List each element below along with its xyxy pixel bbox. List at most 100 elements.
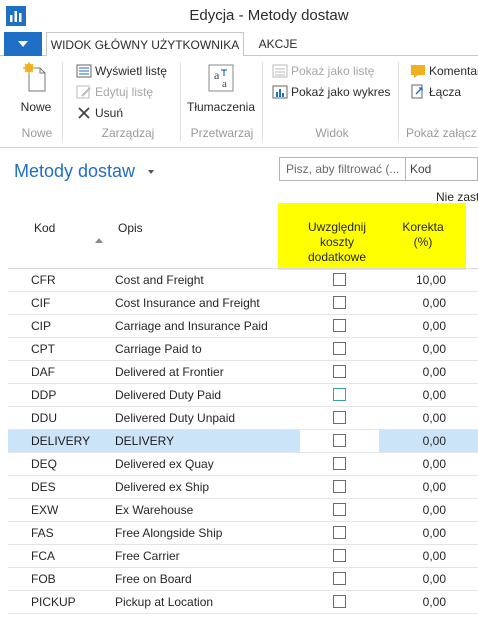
cell-opis: Carriage Paid to [115, 342, 202, 356]
cell-checkbox[interactable] [333, 503, 346, 516]
link-icon [410, 84, 426, 100]
table-row[interactable]: FAS Free Alongside Ship 0,00 [8, 522, 478, 545]
tab-actions[interactable]: AKCJE [250, 32, 306, 57]
filter-input[interactable] [280, 158, 406, 180]
cell-opis: Free Alongside Ship [115, 526, 223, 540]
cell-korekta: 0,00 [422, 434, 446, 448]
cell-kod: CIF [31, 296, 51, 310]
cell-checkbox[interactable] [333, 457, 346, 470]
filter-box: Kod [279, 157, 478, 181]
ribbon-tabs: WIDOK GŁÓWNY UŻYTKOWNIKA AKCJE [0, 32, 478, 57]
cell-checkbox[interactable] [333, 595, 346, 608]
show-as-list-button[interactable]: Pokaż jako listę [272, 61, 374, 81]
comments-label: Komentar [429, 64, 478, 78]
cell-opis: Delivered Duty Paid [115, 388, 222, 402]
translations-label: Tłumaczenia [186, 100, 256, 114]
ribbon: Nowe Nowe Wyświetl listę Edytuj listę Us… [0, 56, 478, 148]
edit-list-icon [76, 84, 92, 100]
cell-checkbox[interactable] [333, 434, 346, 447]
show-as-list-label: Pokaż jako listę [291, 64, 375, 78]
column-header-uwzglednij[interactable]: Uwzględnij koszty dodatkowe [300, 220, 374, 265]
table-row[interactable]: PICKUP Pickup at Location 0,00 [8, 591, 478, 614]
table-row[interactable]: DAF Delivered at Frontier 0,00 [8, 361, 478, 384]
cell-checkbox[interactable] [333, 480, 346, 493]
show-as-chart-button[interactable]: Pokaż jako wykres [272, 82, 390, 102]
table-row[interactable]: DDU Delivered Duty Unpaid 0,00 [8, 407, 478, 430]
cell-checkbox[interactable] [333, 319, 346, 332]
page-title[interactable]: Metody dostaw [14, 161, 135, 182]
filter-field-select[interactable]: Kod [410, 162, 431, 176]
new-document-icon [20, 62, 52, 94]
new-button[interactable]: Nowe [16, 62, 56, 114]
delete-x-icon [76, 105, 92, 121]
cell-korekta: 0,00 [422, 342, 446, 356]
links-button[interactable]: Łącza [410, 82, 461, 102]
cell-korekta: 0,00 [422, 549, 446, 563]
table-row[interactable]: FOB Free on Board 0,00 [8, 568, 478, 591]
cell-opis: Free Carrier [115, 549, 180, 563]
cell-korekta: 0,00 [422, 526, 446, 540]
comment-icon [410, 63, 426, 79]
title-bar: Edycja - Metody dostaw [0, 0, 478, 32]
cell-checkbox[interactable] [333, 411, 346, 424]
cell-opis: Delivered at Frontier [115, 365, 224, 379]
table-row[interactable]: DEQ Delivered ex Quay 0,00 [8, 453, 478, 476]
cell-korekta: 0,00 [422, 411, 446, 425]
cell-kod: CIP [31, 319, 52, 333]
cell-checkbox[interactable] [333, 296, 346, 309]
filter-status[interactable]: Nie zast [436, 190, 478, 204]
delete-button[interactable]: Usuń [76, 103, 123, 123]
column-header-kod[interactable]: Kod [34, 221, 55, 236]
window-title: Edycja - Metody dostaw [189, 7, 349, 24]
cell-kod: FAS [31, 526, 54, 540]
table-row-selected[interactable]: DELIVERY DELIVERY 0,00 [8, 430, 478, 453]
cell-korekta: 0,00 [422, 457, 446, 471]
cell-opis: Delivered ex Ship [115, 480, 210, 494]
cell-checkbox[interactable] [333, 388, 346, 401]
comments-button[interactable]: Komentar [410, 61, 478, 81]
cell-checkbox[interactable] [333, 273, 346, 286]
shipment-methods-table: CFR Cost and Freight 10,00 CIF Cost Insu… [8, 269, 478, 614]
file-menu-button[interactable] [4, 32, 42, 56]
translations-button[interactable]: a a Tłumaczenia [186, 62, 256, 114]
new-button-label: Nowe [20, 100, 52, 114]
table-row[interactable]: CFR Cost and Freight 10,00 [8, 269, 478, 292]
ribbon-divider [180, 62, 181, 142]
cell-opis: Free on Board [115, 572, 192, 586]
group-label-nowe: Nowe [21, 126, 53, 140]
group-label-zarzadzaj: Zarządzaj [101, 126, 155, 140]
group-label-pokaz: Pokaż załącz [406, 126, 477, 140]
ribbon-divider [62, 62, 63, 142]
cell-korekta: 0,00 [422, 296, 446, 310]
table-row[interactable]: CIP Carriage and Insurance Paid 0,00 [8, 315, 478, 338]
cell-kod: CFR [31, 273, 56, 287]
edit-list-label: Edytuj listę [95, 85, 154, 99]
translation-icon: a a [205, 62, 237, 94]
column-header-opis[interactable]: Opis [118, 221, 143, 236]
cell-kod: CPT [31, 342, 55, 356]
table-row[interactable]: CPT Carriage Paid to 0,00 [8, 338, 478, 361]
cell-checkbox[interactable] [333, 549, 346, 562]
table-row[interactable]: FCA Free Carrier 0,00 [8, 545, 478, 568]
tab-home[interactable]: WIDOK GŁÓWNY UŻYTKOWNIKA [46, 32, 244, 57]
cell-checkbox[interactable] [333, 342, 346, 355]
cell-kod: FOB [31, 572, 56, 586]
cell-opis: DELIVERY [115, 434, 175, 448]
table-row[interactable]: EXW Ex Warehouse 0,00 [8, 499, 478, 522]
cell-checkbox[interactable] [333, 365, 346, 378]
cell-kod: DDP [31, 388, 57, 402]
cell-opis: Cost and Freight [115, 273, 204, 287]
view-list-button[interactable]: Wyświetl listę [76, 61, 167, 81]
table-row[interactable]: DDP Delivered Duty Paid 0,00 [8, 384, 478, 407]
cell-opis: Delivered Duty Unpaid [115, 411, 236, 425]
chevron-down-icon[interactable] [148, 170, 154, 174]
cell-kod: DDU [31, 411, 57, 425]
cell-korekta: 0,00 [422, 480, 446, 494]
cell-kod: EXW [31, 503, 59, 517]
cell-checkbox[interactable] [333, 572, 346, 585]
table-row[interactable]: CIF Cost Insurance and Freight 0,00 [8, 292, 478, 315]
cell-checkbox[interactable] [333, 526, 346, 539]
table-row[interactable]: DES Delivered ex Ship 0,00 [8, 476, 478, 499]
edit-list-button[interactable]: Edytuj listę [76, 82, 153, 102]
column-header-korekta[interactable]: Korekta (%) [392, 220, 454, 250]
